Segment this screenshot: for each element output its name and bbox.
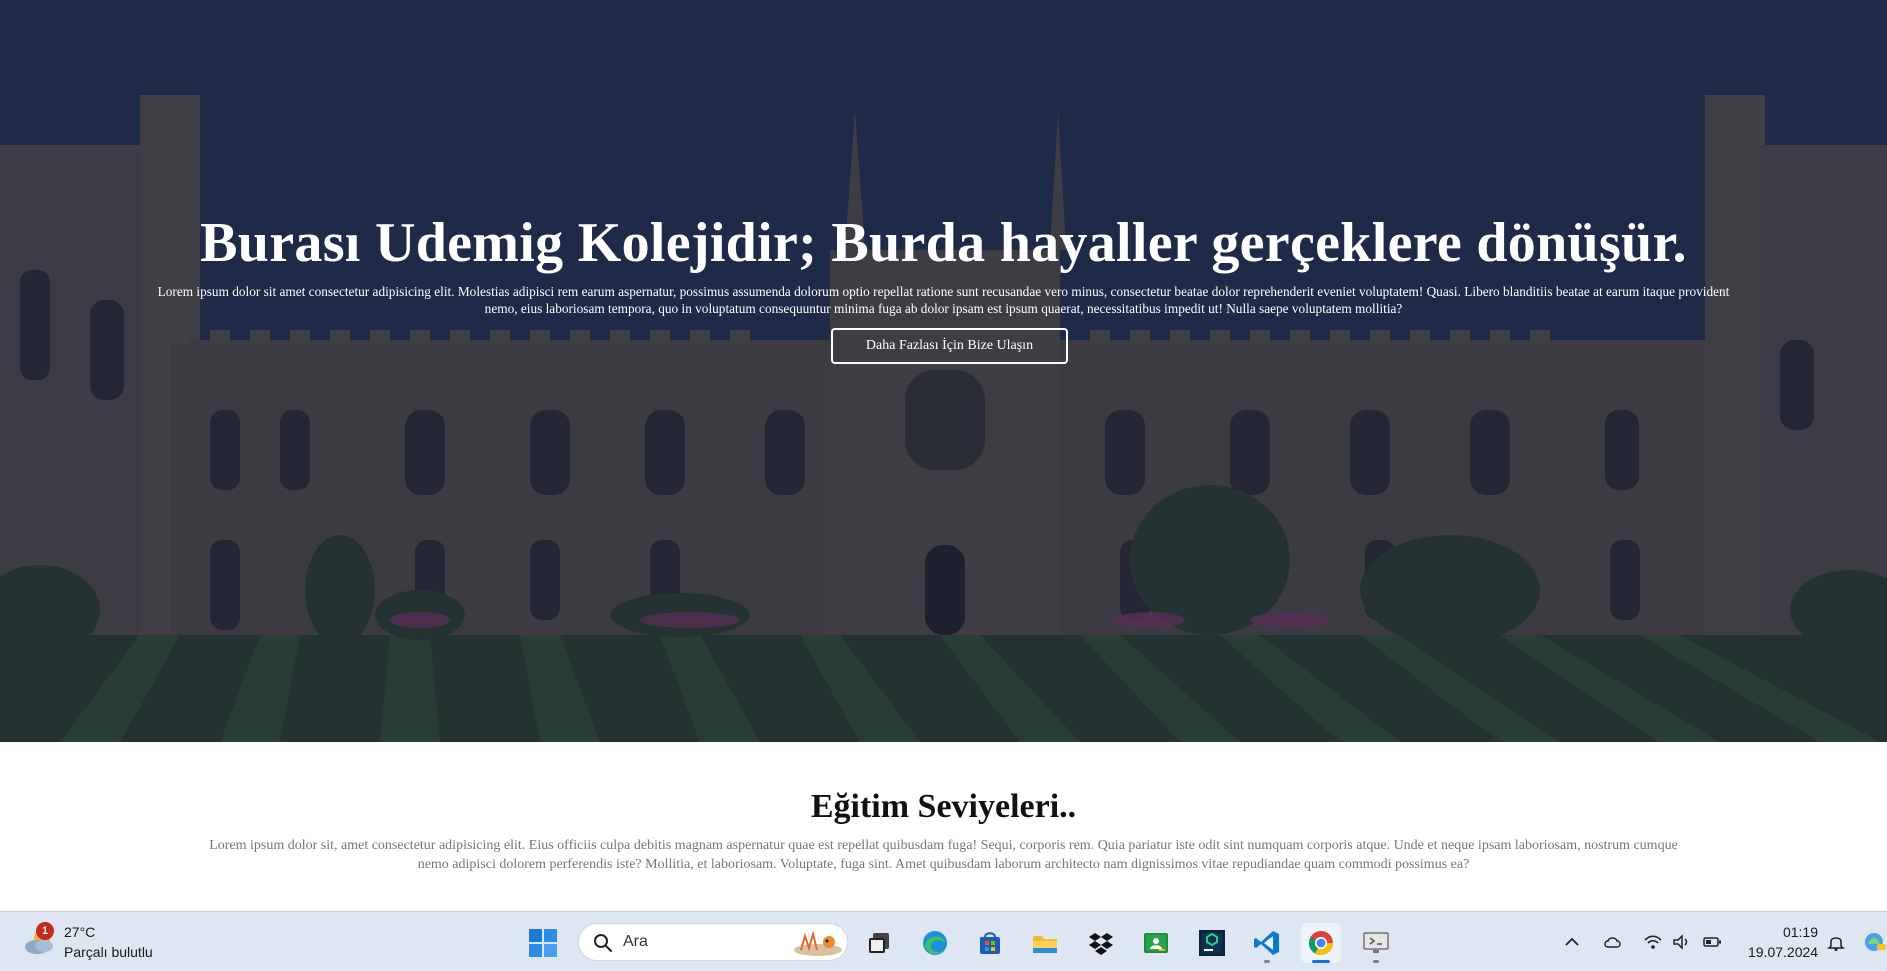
weather-temperature: 27°C bbox=[64, 924, 96, 940]
search-highlight-icon bbox=[794, 930, 842, 956]
contact-us-button[interactable]: Daha Fazlası İçin Bize Ulaşın bbox=[831, 328, 1068, 364]
notification-bell-icon[interactable] bbox=[1826, 932, 1846, 952]
onedrive-cloud-icon[interactable] bbox=[1603, 932, 1623, 952]
vscode-icon bbox=[1254, 931, 1279, 955]
task-view-button[interactable] bbox=[859, 923, 899, 963]
weather-description: Parçalı bulutlu bbox=[64, 944, 153, 960]
taskbar-remote-desktop[interactable] bbox=[1356, 923, 1396, 963]
running-indicator bbox=[1373, 960, 1379, 963]
battery-icon[interactable] bbox=[1702, 932, 1722, 952]
dropbox-icon bbox=[1089, 933, 1113, 955]
wifi-icon[interactable] bbox=[1643, 932, 1663, 952]
classroom-icon bbox=[1144, 933, 1168, 953]
windows-taskbar: 1 27°C Parçalı bulutlu Ara 01:19 19.07.2… bbox=[0, 911, 1887, 971]
search-icon bbox=[594, 934, 612, 952]
education-levels-text: Lorem ipsum dolor sit, amet consectetur … bbox=[209, 838, 1678, 872]
taskbar-search-box[interactable]: Ara bbox=[578, 923, 848, 961]
store-icon bbox=[980, 932, 1000, 954]
taskbar-microsoft-store[interactable] bbox=[970, 923, 1010, 963]
taskbar-file-explorer[interactable] bbox=[1025, 923, 1065, 963]
chevron-up-icon[interactable] bbox=[1562, 932, 1582, 952]
clock-date: 19.07.2024 bbox=[1748, 944, 1819, 960]
running-indicator bbox=[1264, 960, 1270, 963]
pycharm-icon bbox=[1199, 930, 1225, 956]
task-view-icon bbox=[869, 933, 889, 953]
hero-description: Lorem ipsum dolor sit amet consectetur a… bbox=[157, 284, 1730, 316]
windows-start-icon[interactable] bbox=[528, 928, 558, 958]
taskbar-google-classroom[interactable] bbox=[1136, 923, 1176, 963]
hero-overlay bbox=[0, 0, 1887, 742]
education-levels-title: Eğitim Seviyeleri.. bbox=[810, 788, 1077, 825]
chrome-icon bbox=[1308, 931, 1333, 956]
edge-icon bbox=[923, 931, 947, 955]
folder-icon bbox=[1033, 936, 1057, 953]
hero-title: Burası Udemig Kolejidir; Burda hayaller … bbox=[200, 212, 1687, 274]
taskbar-chrome[interactable] bbox=[1301, 923, 1341, 963]
hero-section: Burası Udemig Kolejidir; Burda hayaller … bbox=[0, 0, 1887, 742]
system-clock[interactable]: 01:19 19.07.2024 bbox=[1748, 922, 1818, 962]
search-placeholder: Ara bbox=[623, 933, 648, 950]
remote-desktop-icon bbox=[1363, 932, 1389, 953]
taskbar-edge[interactable] bbox=[915, 923, 955, 963]
weather-widget[interactable]: 1 27°C Parçalı bulutlu bbox=[22, 920, 182, 964]
taskbar-dropbox[interactable] bbox=[1081, 923, 1121, 963]
speaker-icon[interactable] bbox=[1671, 932, 1691, 952]
weather-alert-badge: 1 bbox=[36, 922, 54, 940]
taskbar-vscode[interactable] bbox=[1247, 923, 1287, 963]
copilot-icon[interactable] bbox=[1862, 932, 1886, 952]
clock-time: 01:19 bbox=[1782, 924, 1818, 940]
taskbar-pycharm[interactable] bbox=[1192, 923, 1232, 963]
active-indicator bbox=[1312, 960, 1330, 963]
